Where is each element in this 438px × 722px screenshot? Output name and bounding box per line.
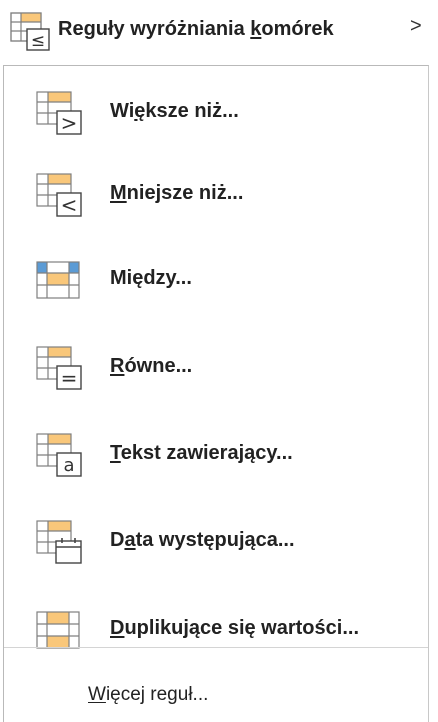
label-text: ekst zawierający... — [120, 442, 293, 464]
text-contains-icon: a — [36, 433, 82, 477]
label-text: Między — [110, 267, 176, 289]
menu-item-less-than[interactable]: < Mniejsze niż... — [4, 160, 428, 230]
menu-item-label: Równe... — [110, 355, 192, 378]
menu-item-duplicate-values[interactable]: Duplikujące się wartości... — [4, 595, 428, 665]
menu-item-label: Między... — [110, 267, 192, 290]
menu-item-greater-than[interactable]: > Większe niż... — [4, 78, 428, 148]
menu-item-label: Duplikujące się wartości... — [110, 617, 359, 640]
label-text: ta występująca... — [135, 529, 295, 551]
menu-item-label: Tekst zawierający... — [110, 442, 293, 465]
label-text: ówne... — [124, 355, 193, 377]
menu-item-label: Większe niż... — [110, 100, 239, 123]
between-icon — [36, 261, 80, 299]
label-text: Wi — [110, 100, 135, 122]
access-key: T — [110, 442, 121, 464]
menu-item-label: Data występująca... — [110, 529, 295, 552]
access-key: D — [110, 617, 125, 639]
date-occurring-icon — [36, 520, 82, 564]
submenu-panel: > Większe niż... < Mniejsze niż... Międz… — [3, 65, 429, 722]
duplicate-values-icon — [36, 611, 80, 649]
label-text: ... — [175, 267, 192, 289]
label-text: ięcej reguł... — [105, 684, 209, 705]
icon-glyph: < — [61, 193, 78, 217]
label-text: D — [110, 529, 125, 551]
menu-item-highlight-cells-rules[interactable]: ≤ Reguły wyróżniania komórek > — [0, 0, 438, 60]
highlight-cells-rules-icon: ≤ — [10, 12, 50, 51]
icon-glyph: a — [63, 455, 74, 476]
label-text: uplikujące się wartości... — [124, 617, 359, 639]
access-key: a — [124, 529, 136, 551]
label-text: Reguły wyróżniania — [58, 18, 251, 40]
access-key: R — [110, 355, 125, 377]
label-text: ksze niż... — [145, 100, 239, 122]
less-than-icon: < — [36, 173, 82, 217]
icon-glyph: = — [61, 366, 78, 390]
chevron-right-icon: > — [410, 15, 422, 37]
menu-item-label: Mniejsze niż... — [110, 182, 243, 205]
label-text: niejsze niż... — [126, 182, 244, 204]
label-text: omórek — [261, 18, 334, 40]
menu-item-between[interactable]: Między... — [4, 245, 428, 315]
access-key: W — [88, 684, 106, 705]
icon-glyph: ≤ — [31, 31, 45, 51]
access-key: M — [110, 182, 127, 204]
menu-item-equal-to[interactable]: = Równe... — [4, 333, 428, 403]
menu-item-label: Reguły wyróżniania komórek — [58, 18, 334, 41]
equal-to-icon: = — [36, 346, 82, 390]
menu-item-text-contains[interactable]: a Tekst zawierający... — [4, 420, 428, 490]
greater-than-icon: > — [36, 91, 82, 135]
more-rules-link[interactable]: Więcej reguł... — [88, 684, 208, 706]
menu-item-date-occurring[interactable]: Data występująca... — [4, 507, 428, 577]
icon-glyph: > — [61, 111, 78, 135]
access-key: ę — [134, 100, 146, 122]
menu-separator — [4, 647, 428, 648]
access-key: k — [250, 18, 262, 40]
